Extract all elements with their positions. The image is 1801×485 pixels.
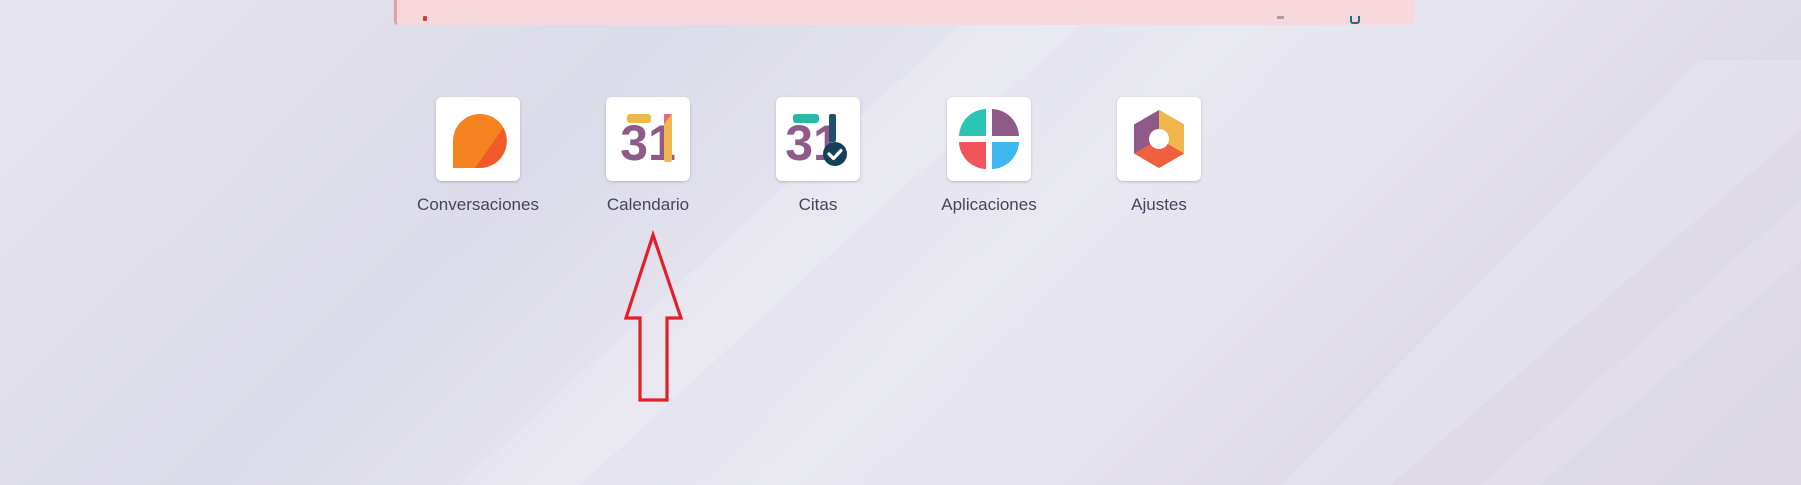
annotation-arrow [623,230,684,402]
app-citas[interactable]: 31 Citas [753,97,883,215]
settings-hexagon-icon [1134,110,1184,168]
app-tile[interactable]: 31 [776,97,860,181]
app-label: Conversaciones [417,195,539,214]
appointments-31-check-icon: 31 [785,114,847,171]
app-label: Aplicaciones [941,195,1037,214]
calendar-31-icon: 31 [620,114,676,171]
app-aplicaciones[interactable]: Aplicaciones [924,97,1054,215]
app-calendario[interactable]: 31 Calendario [583,97,713,215]
app-tile[interactable] [1117,97,1201,181]
app-ajustes[interactable]: Ajustes [1094,97,1224,215]
app-tile[interactable]: 31 [606,97,690,181]
app-tile[interactable] [436,97,520,181]
alert-text-fragment [1277,16,1284,19]
app-conversaciones[interactable]: Conversaciones [413,97,543,215]
app-label: Citas [798,195,838,214]
apps-quadrants-icon [959,109,1019,169]
annotation-arrow-outline [623,230,684,402]
app-launcher-grid: Conversaciones 31 Calendario 31 Citas Ap… [0,97,1801,227]
app-label: Ajustes [1131,195,1187,214]
alert-banner [394,0,1415,25]
chat-bubble-icon [452,114,507,168]
alert-icon [423,16,427,21]
app-tile[interactable] [947,97,1031,181]
app-label: Calendario [606,195,690,214]
alert-link-fragment[interactable] [1350,16,1360,24]
background-decoration [460,25,1801,485]
